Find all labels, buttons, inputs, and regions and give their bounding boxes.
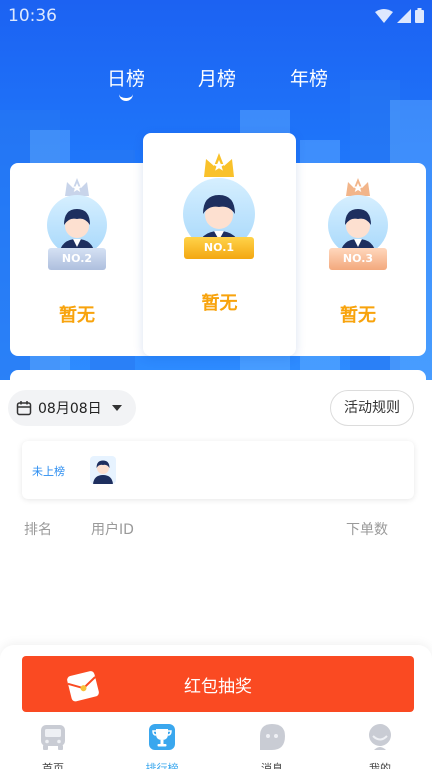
ranking-tabs: 日榜 月榜 年榜 xyxy=(0,64,432,108)
tab-yearly-label: 年榜 xyxy=(290,68,329,90)
tab-yearly[interactable]: 年榜 xyxy=(290,64,328,91)
nav-ranking-label: 排行榜 xyxy=(145,762,179,769)
calendar-icon xyxy=(16,401,32,416)
nav-profile[interactable]: 我的 xyxy=(350,722,410,769)
profile-icon xyxy=(369,724,391,750)
badge-third-text: NO.3 xyxy=(342,252,374,265)
nav-profile-label: 我的 xyxy=(369,762,391,769)
nav-home-label: 首页 xyxy=(42,762,64,769)
trophy-icon xyxy=(149,724,175,750)
badge-second-text: NO.2 xyxy=(61,252,93,265)
nav-messages-label: 消息 xyxy=(261,762,283,769)
my-rank-status: 未上榜 xyxy=(32,465,65,478)
my-rank-card: 未上榜 xyxy=(22,441,414,499)
podium-first-name: 暂无 xyxy=(201,293,238,314)
status-bar: 10:36 xyxy=(0,0,432,32)
signal-icon xyxy=(397,8,411,23)
status-time: 10:36 xyxy=(8,6,57,26)
date-value: 08月08日 xyxy=(38,401,102,417)
wifi-icon xyxy=(375,8,393,23)
badge-first: NO.1 xyxy=(184,237,254,259)
podium-second[interactable]: NO.2 暂无 xyxy=(10,170,144,350)
column-order-count: 下单数 xyxy=(346,522,388,538)
podium-third-name: 暂无 xyxy=(340,305,376,326)
column-rank: 排名 xyxy=(24,522,52,538)
message-icon xyxy=(260,724,285,750)
podium-third[interactable]: NO.3 暂无 xyxy=(291,170,425,350)
podium-second-name: 暂无 xyxy=(59,305,95,326)
lottery-label: 红包抽奖 xyxy=(184,677,252,697)
gold-crown-icon xyxy=(204,153,234,177)
badge-third: NO.3 xyxy=(329,248,387,270)
badge-second: NO.2 xyxy=(48,248,106,270)
tab-daily-label: 日榜 xyxy=(107,68,146,90)
active-tab-indicator xyxy=(119,94,133,101)
nav-messages[interactable]: 消息 xyxy=(242,722,302,769)
nav-ranking[interactable]: 排行榜 xyxy=(132,722,192,769)
battery-icon xyxy=(415,8,424,23)
badge-first-text: NO.1 xyxy=(203,241,235,254)
podium-first[interactable]: NO.1 暂无 xyxy=(143,133,296,356)
tab-daily[interactable]: 日榜 xyxy=(107,64,146,101)
tab-monthly-label: 月榜 xyxy=(198,68,237,90)
nav-home[interactable]: 首页 xyxy=(23,722,83,769)
tab-monthly[interactable]: 月榜 xyxy=(198,64,236,91)
bus-icon xyxy=(41,725,65,750)
avatar-third xyxy=(328,195,388,255)
activity-rules-button[interactable]: 活动规则 xyxy=(330,390,414,426)
column-user-id: 用户ID xyxy=(91,522,134,538)
caret-down-icon xyxy=(111,405,122,411)
date-picker[interactable]: 08月08日 xyxy=(8,390,136,426)
avatar-second xyxy=(47,195,107,255)
my-avatar xyxy=(90,456,116,484)
red-packet-lottery-button[interactable]: 红包抽奖 xyxy=(22,656,414,712)
